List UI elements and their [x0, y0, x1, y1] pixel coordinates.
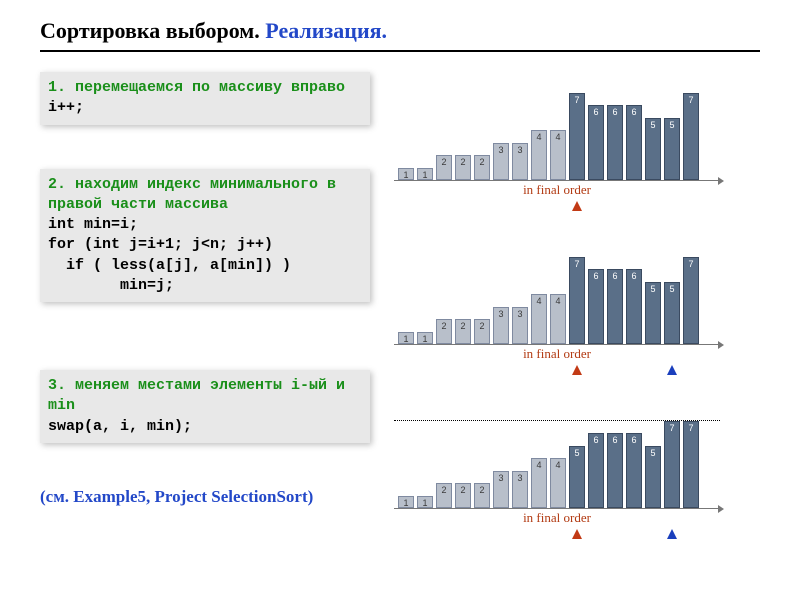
chart-caption: in final order: [392, 182, 722, 198]
bar: 6: [626, 269, 642, 344]
footnote: (см. Example5, Project SelectionSort): [40, 487, 370, 507]
charts-column: 1122233447666557in final order 112223344…: [392, 72, 722, 540]
step-2-code: int min=i; for (int j=i+1; j<n; j++) if …: [48, 215, 362, 296]
bar: 3: [512, 143, 528, 181]
title-black: Сортировка выбором.: [40, 18, 265, 43]
chart-2: 1122233447666557in final order: [392, 236, 722, 376]
step-3-code: swap(a, i, min);: [48, 417, 362, 437]
bar: 6: [626, 105, 642, 180]
bar: 3: [493, 471, 509, 509]
bar: 2: [436, 155, 452, 180]
bar: 4: [550, 130, 566, 180]
step-2-desc: 2. находим индекс минимального в правой …: [48, 175, 362, 216]
bar: 2: [474, 319, 490, 344]
bar: 7: [683, 93, 699, 181]
bar: 6: [588, 433, 604, 508]
bar: 2: [455, 483, 471, 508]
bar: 5: [664, 282, 680, 345]
steps-column: 1. перемещаемся по массиву вправо i++; 2…: [40, 72, 370, 540]
bar: 7: [569, 257, 585, 345]
pointer-i-icon: [572, 365, 582, 375]
bar: 4: [550, 294, 566, 344]
bar: 5: [664, 118, 680, 181]
bar: 4: [531, 294, 547, 344]
bar: 1: [398, 168, 414, 181]
step-1-desc: 1. перемещаемся по массиву вправо: [48, 78, 362, 98]
chart-3: 1122233445666577in final order: [392, 400, 722, 540]
bar: 2: [474, 155, 490, 180]
bar: 7: [683, 257, 699, 345]
bar: 6: [588, 269, 604, 344]
bar: 7: [569, 93, 585, 181]
bar: 6: [626, 433, 642, 508]
bar: 1: [417, 168, 433, 181]
step-3-box: 3. меняем местами элементы i-ый и min sw…: [40, 370, 370, 443]
bar: 5: [645, 118, 661, 181]
bar: 7: [683, 421, 699, 509]
bar: 3: [512, 471, 528, 509]
step-3-desc: 3. меняем местами элементы i-ый и min: [48, 376, 362, 417]
bar: 4: [550, 458, 566, 508]
bar: 2: [455, 319, 471, 344]
bar: 5: [569, 446, 585, 509]
bar: 3: [512, 307, 528, 345]
chart-caption: in final order: [392, 510, 722, 526]
bar: 1: [417, 332, 433, 345]
bar: 5: [645, 282, 661, 345]
slide-title: Сортировка выбором. Реализация.: [40, 18, 760, 52]
bar: 4: [531, 130, 547, 180]
bar: 3: [493, 143, 509, 181]
bar: 4: [531, 458, 547, 508]
step-2-box: 2. находим индекс минимального в правой …: [40, 169, 370, 303]
bar: 5: [645, 446, 661, 509]
bar: 2: [455, 155, 471, 180]
bar: 2: [436, 483, 452, 508]
bar: 6: [607, 433, 623, 508]
bar: 2: [436, 319, 452, 344]
bar: 1: [398, 496, 414, 509]
bar: 6: [588, 105, 604, 180]
bar: 3: [493, 307, 509, 345]
bar: 6: [607, 269, 623, 344]
chart-1: 1122233447666557in final order: [392, 72, 722, 212]
bar: 2: [474, 483, 490, 508]
bar: 1: [417, 496, 433, 509]
bar: 1: [398, 332, 414, 345]
pointer-i-icon: [572, 529, 582, 539]
pointer-i-icon: [572, 201, 582, 211]
swap-line: [394, 420, 720, 421]
chart-caption: in final order: [392, 346, 722, 362]
pointer-min-icon: [667, 529, 677, 539]
bar: 7: [664, 421, 680, 509]
bar: 6: [607, 105, 623, 180]
title-blue: Реализация.: [265, 18, 387, 43]
step-1-box: 1. перемещаемся по массиву вправо i++;: [40, 72, 370, 125]
pointer-min-icon: [667, 365, 677, 375]
step-1-code: i++;: [48, 98, 362, 118]
